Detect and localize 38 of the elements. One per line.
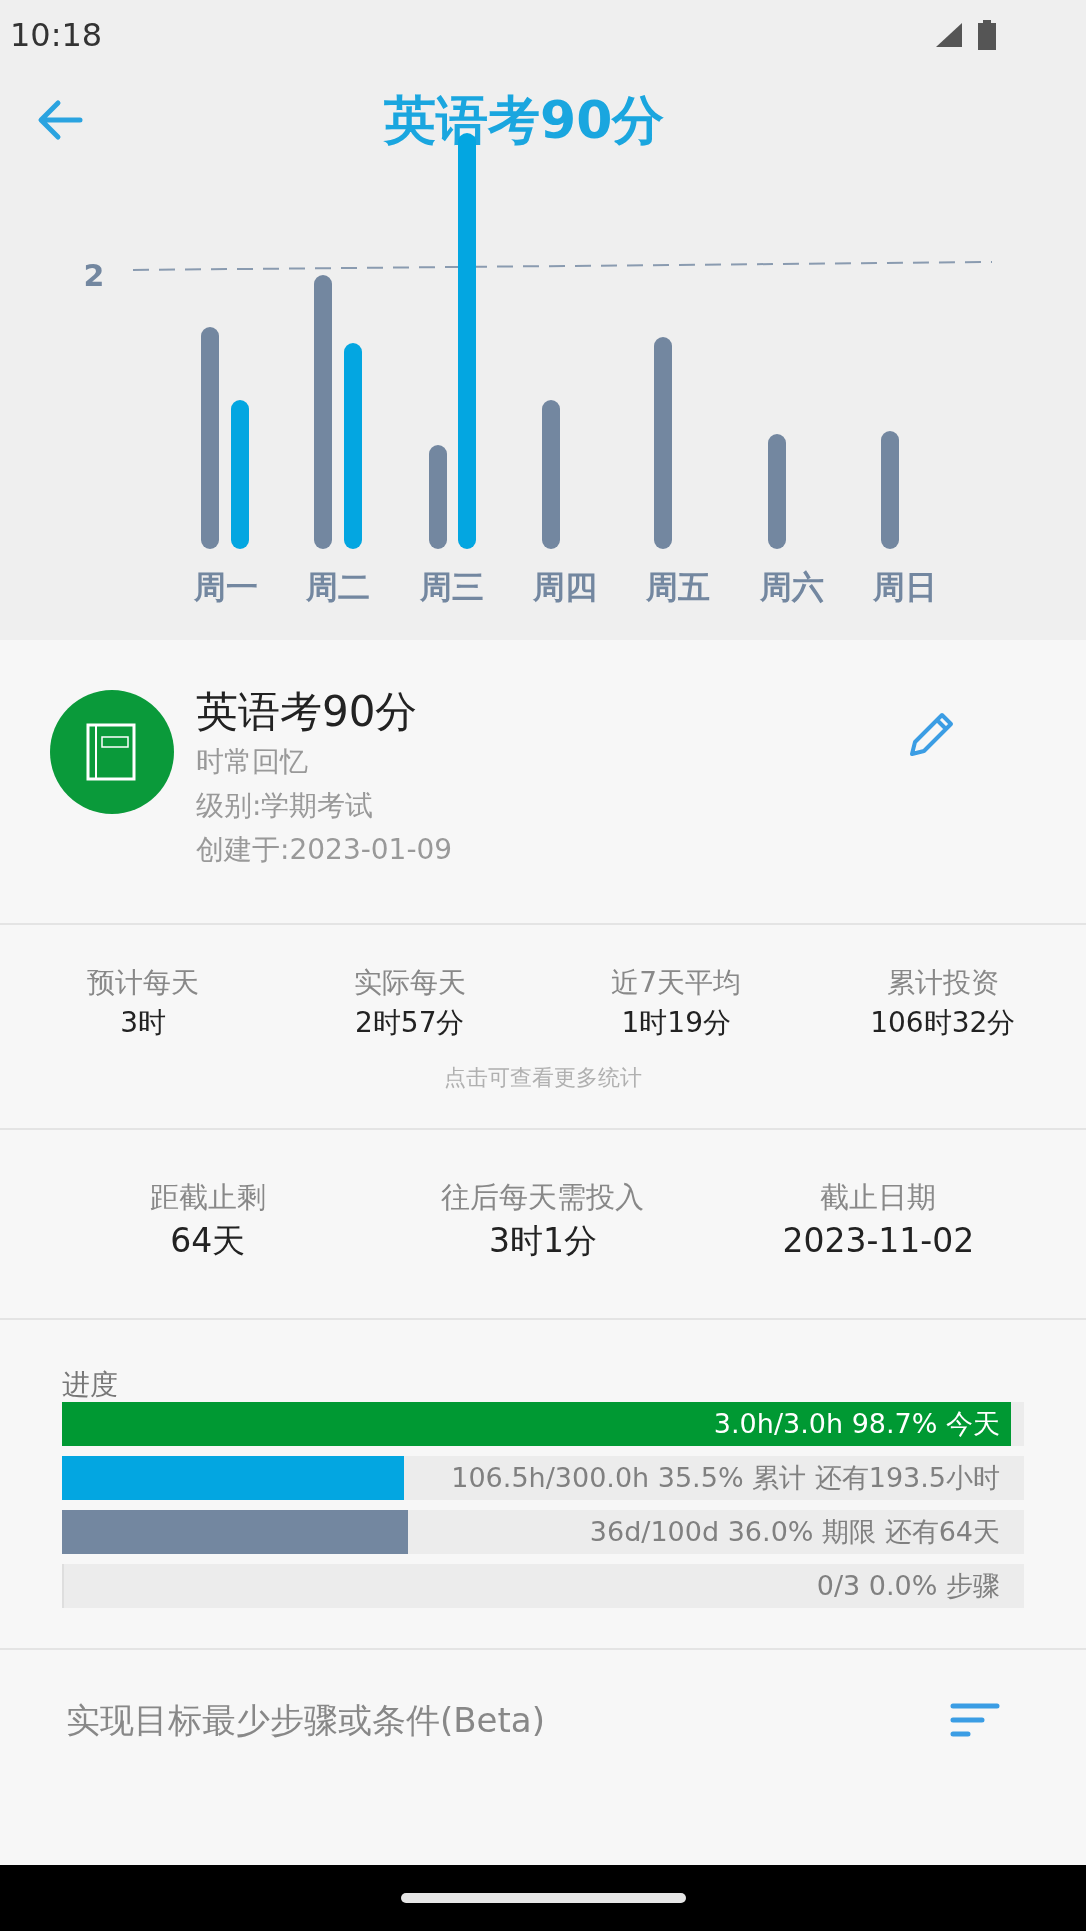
stat-label: 实际每天 (353, 965, 466, 1001)
signal-icon (934, 21, 964, 49)
progress-text: 36d/100d 36.0% 期限 还有64天 (589, 1515, 1000, 1549)
day-label: 周一 (194, 568, 258, 606)
stat-value: 1时19分 (621, 1005, 731, 1041)
day-label: 周六 (760, 568, 824, 606)
more-stats-link[interactable]: 点击可查看更多统计 (444, 1061, 642, 1094)
progress-text: 3.0h/3.0h 98.7% 今天 (713, 1407, 1000, 1441)
goal-detail: 创建于:2023-01-09 (196, 832, 453, 868)
stat-label: 近7天平均 (611, 965, 742, 1001)
stat-value: 106时32分 (870, 1005, 1016, 1041)
deadline-value: 2023-11-02 (782, 1220, 975, 1262)
battery-icon (978, 20, 996, 50)
stat-label: 累计投资 (886, 965, 999, 1001)
day-label: 周二 (306, 568, 370, 606)
stat-value: 2时57分 (355, 1005, 465, 1041)
status-time: 10:18 (10, 15, 103, 56)
progress-text: 106.5h/300.0h 35.5% 累计 还有193.5小时 (451, 1461, 1000, 1495)
deadline-value: 64天 (170, 1220, 246, 1262)
steps-title: 实现目标最少步骤或条件(Beta) (66, 1698, 545, 1742)
day-label: 周五 (646, 568, 710, 606)
deadline-label: 截止日期 (820, 1179, 937, 1216)
stat-value: 3时 (120, 1005, 167, 1041)
day-label: 周四 (533, 568, 597, 606)
target-label: 2 (83, 258, 105, 293)
sort-icon[interactable] (950, 1702, 1000, 1738)
deadline-label: 距截止剩 (149, 1179, 266, 1216)
deadline-label: 往后每天需投入 (441, 1179, 645, 1216)
deadline-value: 3时1分 (489, 1220, 597, 1262)
progress-title: 进度 (62, 1368, 119, 1402)
day-label: 周三 (420, 568, 484, 606)
back-arrow-icon[interactable] (36, 98, 84, 142)
stat-label: 预计每天 (87, 965, 200, 1001)
progress-text: 0/3 0.0% 步骤 (816, 1569, 1000, 1603)
goal-title: 英语考90分 (196, 686, 419, 738)
goal-detail: 时常回忆 (196, 744, 309, 780)
goal-detail: 级别:学期考试 (196, 788, 375, 824)
day-label: 周日 (873, 568, 937, 606)
